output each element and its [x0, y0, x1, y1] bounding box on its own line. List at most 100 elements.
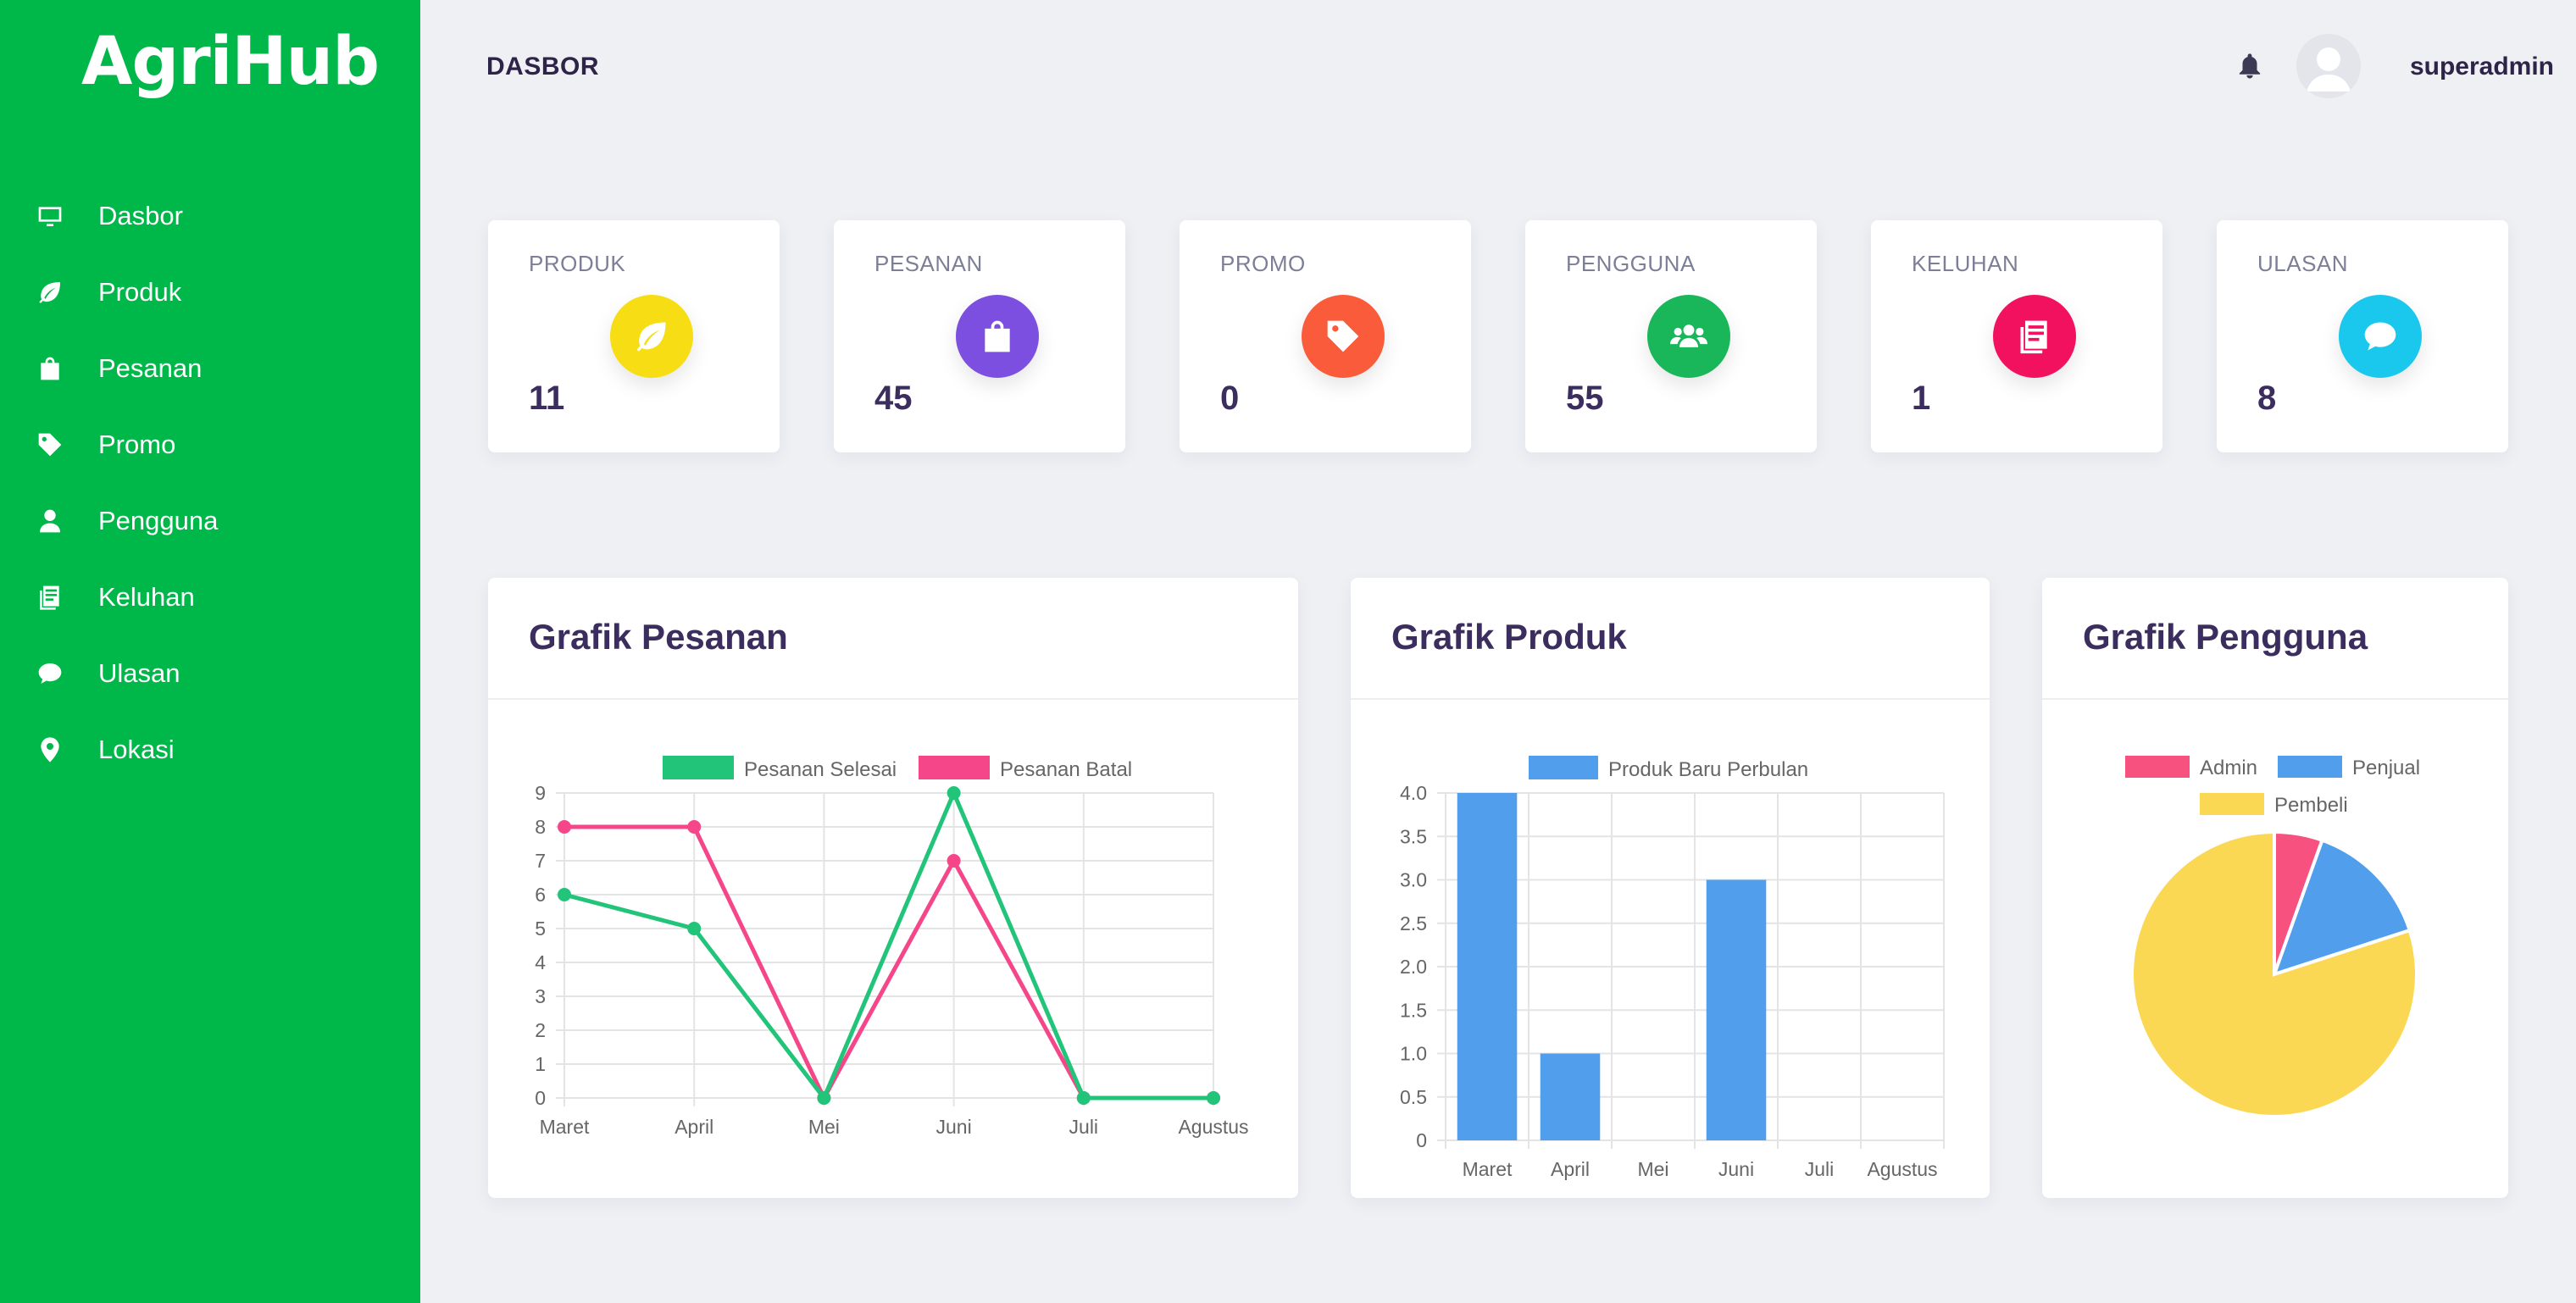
legend-swatch: [919, 756, 990, 779]
chart-card-produk: Grafik Produk Produk Baru Perbulan 0 0.5 1.…: [1351, 578, 1990, 1198]
y-tick-label: 1: [535, 1053, 546, 1075]
x-tick-label: April: [675, 1116, 713, 1138]
x-tick-label: Agustus: [1867, 1158, 1937, 1180]
document-icon: [36, 583, 64, 612]
sidebar-item-label: Dasbor: [98, 201, 183, 230]
x-tick-label: Maret: [540, 1116, 590, 1138]
x-tick-label: Juli: [1805, 1158, 1835, 1180]
data-point: [687, 820, 702, 834]
chart-title: Grafik Produk: [1391, 617, 1627, 657]
y-tick-label: 6: [535, 884, 546, 906]
sidebar-item-pesanan[interactable]: Pesanan: [0, 330, 420, 407]
chart-card-pengguna: Grafik Pengguna Admin Penjual Pembeli: [2042, 578, 2508, 1198]
y-tick-label: 0: [1416, 1129, 1427, 1151]
sidebar-item-lokasi[interactable]: Lokasi: [0, 712, 420, 788]
sidebar-item-label: Produk: [98, 277, 182, 307]
sidebar-item-pengguna[interactable]: Pengguna: [0, 483, 420, 559]
user-icon: [36, 507, 64, 535]
y-tick-label: 8: [535, 816, 546, 838]
stat-value: 1: [1912, 380, 1931, 417]
y-tick-label: 0.5: [1400, 1086, 1427, 1108]
data-point: [687, 922, 702, 935]
shopping-bag-icon: [956, 295, 1039, 378]
data-point: [947, 854, 961, 868]
sidebar-item-produk[interactable]: Produk: [0, 254, 420, 330]
data-point: [1076, 1091, 1091, 1105]
x-tick-label: Juni: [935, 1116, 971, 1138]
y-tick-label: 7: [535, 850, 546, 872]
chart-title: Grafik Pengguna: [2083, 617, 2368, 657]
app-logo[interactable]: AgriHub: [81, 24, 380, 100]
username[interactable]: superadmin: [2410, 53, 2554, 81]
sidebar: AgriHub Dasbor Produk Pesanan Promo Peng…: [0, 0, 420, 1303]
sidebar-item-label: Promo: [98, 430, 176, 459]
sidebar-item-label: Ulasan: [98, 658, 180, 688]
data-point: [947, 786, 961, 800]
bell-icon[interactable]: [2235, 49, 2264, 83]
stat-card-pesanan[interactable]: PESANAN 45: [834, 220, 1125, 452]
leaf-icon: [36, 278, 64, 307]
y-tick-label: 0: [535, 1087, 546, 1109]
stat-value: 11: [529, 380, 565, 417]
bar: [1540, 1053, 1601, 1140]
legend-label: Penjual: [2352, 757, 2420, 779]
legend-label: Produk Baru Perbulan: [1608, 758, 1808, 781]
series-line: [564, 790, 1213, 1101]
stat-card-promo[interactable]: PROMO 0: [1180, 220, 1471, 452]
data-point: [558, 888, 571, 901]
tag-icon: [36, 430, 64, 459]
stat-value: 8: [2257, 380, 2277, 417]
chart-card-pesanan: Grafik Pesanan Pesanan Selesai Pesanan Ba…: [488, 578, 1298, 1198]
sidebar-item-dasbor[interactable]: Dasbor: [0, 178, 420, 254]
users-icon: [1647, 295, 1730, 378]
sidebar-item-promo[interactable]: Promo: [0, 407, 420, 483]
x-tick-label: Mei: [1637, 1158, 1668, 1180]
legend-swatch: [663, 756, 734, 779]
shopping-bag-icon: [36, 354, 64, 383]
legend-label: Pesanan Batal: [1000, 758, 1132, 781]
y-tick-label: 1.5: [1400, 999, 1427, 1021]
sidebar-item-label: Lokasi: [98, 735, 175, 764]
y-tick-label: 2.5: [1400, 912, 1427, 934]
y-tick-label: 3.0: [1400, 869, 1427, 891]
chat-bubble-icon: [2339, 295, 2422, 378]
x-tick-label: Mei: [808, 1116, 840, 1138]
legend-label: Pesanan Selesai: [744, 758, 897, 781]
document-icon: [1993, 295, 2076, 378]
tag-icon: [1302, 295, 1385, 378]
stat-label: PROMO: [1220, 251, 1306, 276]
stat-label: ULASAN: [2257, 251, 2349, 276]
stat-card-keluhan[interactable]: KELUHAN 1: [1871, 220, 2162, 452]
y-tick-label: 2: [535, 1019, 546, 1041]
y-tick-label: 3.5: [1400, 825, 1427, 847]
legend-label: Pembeli: [2274, 794, 2348, 817]
sidebar-item-keluhan[interactable]: Keluhan: [0, 559, 420, 635]
sidebar-item-ulasan[interactable]: Ulasan: [0, 635, 420, 712]
legend-swatch: [2200, 793, 2264, 815]
stat-value: 45: [874, 380, 913, 417]
stat-value: 0: [1220, 380, 1240, 417]
chart-title: Grafik Pesanan: [529, 617, 788, 657]
stat-card-produk[interactable]: PRODUK 11: [488, 220, 780, 452]
x-tick-label: Juli: [1069, 1116, 1099, 1138]
sidebar-item-label: Pesanan: [98, 353, 203, 383]
stat-card-ulasan[interactable]: ULASAN 8: [2217, 220, 2508, 452]
sidebar-nav: Dasbor Produk Pesanan Promo Pengguna Kel…: [0, 178, 420, 788]
x-tick-label: April: [1551, 1158, 1590, 1180]
y-tick-label: 3: [535, 985, 546, 1007]
chat-bubble-icon: [36, 659, 64, 688]
legend-label: Admin: [2200, 757, 2257, 779]
page-title: DASBOR: [486, 53, 600, 80]
stat-card-pengguna[interactable]: PENGGUNA 55: [1525, 220, 1817, 452]
stat-label: KELUHAN: [1912, 251, 2019, 276]
sidebar-item-label: Pengguna: [98, 506, 219, 535]
legend-swatch: [2125, 756, 2190, 778]
stat-value: 55: [1566, 380, 1604, 417]
x-tick-label: Maret: [1463, 1158, 1513, 1180]
x-tick-label: Juni: [1718, 1158, 1754, 1180]
data-point: [1207, 1091, 1220, 1105]
data-point: [817, 1091, 831, 1105]
bar: [1457, 793, 1518, 1140]
avatar[interactable]: [2296, 34, 2361, 98]
y-tick-label: 1.0: [1400, 1043, 1427, 1065]
